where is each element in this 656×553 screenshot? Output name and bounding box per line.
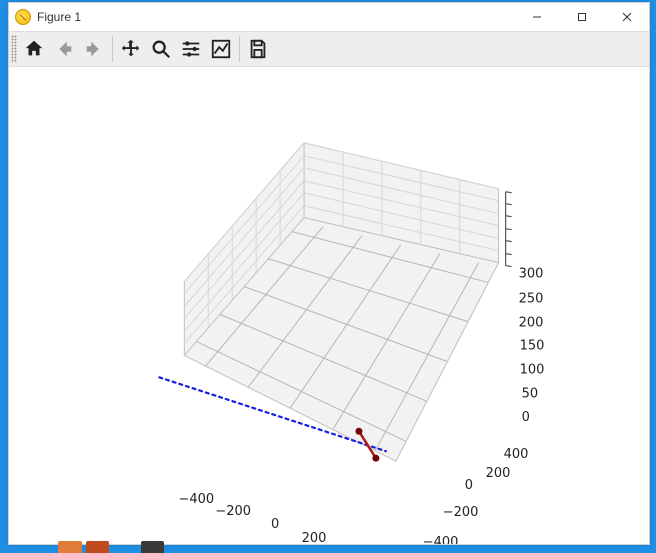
window-title: Figure 1 [37,10,81,24]
close-button[interactable] [604,3,649,31]
y-tick: 400 [504,447,529,462]
z-tick: 100 [520,362,545,377]
minimize-button[interactable] [514,3,559,31]
save-button[interactable] [243,34,273,64]
pan-button[interactable] [116,34,146,64]
z-tick: 300 [519,267,544,282]
x-tick: −200 [215,504,251,519]
z-tick: 150 [520,338,545,353]
z-tick: 200 [519,315,544,330]
y-tick: 200 [486,466,511,481]
home-button[interactable] [19,34,49,64]
taskbar-fragment [58,541,168,553]
axes-button[interactable] [206,34,236,64]
y-tick: −400 [423,535,459,544]
z-tick: 0 [522,410,530,425]
axes3d: −400 −200 0 200 400 −400 −200 0 200 400 … [9,67,649,544]
x-tick: −400 [178,492,214,507]
z-tick: 250 [519,292,544,307]
zoom-icon [150,38,172,60]
x-tick: 200 [302,531,327,544]
arrow-right-icon [83,38,105,60]
app-icon [15,9,31,25]
sliders-icon [180,38,202,60]
zoom-button[interactable] [146,34,176,64]
toolbar-grip [11,35,17,63]
subplots-button[interactable] [176,34,206,64]
back-button[interactable] [49,34,79,64]
matplotlib-toolbar [9,31,649,67]
move-icon [120,38,142,60]
maximize-button[interactable] [559,3,604,31]
y-tick: −200 [443,505,479,520]
y-tick: 0 [465,478,473,493]
save-icon [247,38,269,60]
figure-canvas[interactable]: −400 −200 0 200 400 −400 −200 0 200 400 … [9,67,649,544]
figure-window: Figure 1 [8,2,650,545]
titlebar: Figure 1 [9,3,649,31]
chart-line-icon [210,38,232,60]
z-tick: 50 [522,386,539,401]
arrow-left-icon [53,38,75,60]
forward-button[interactable] [79,34,109,64]
x-tick: 0 [271,517,279,532]
home-icon [23,38,45,60]
